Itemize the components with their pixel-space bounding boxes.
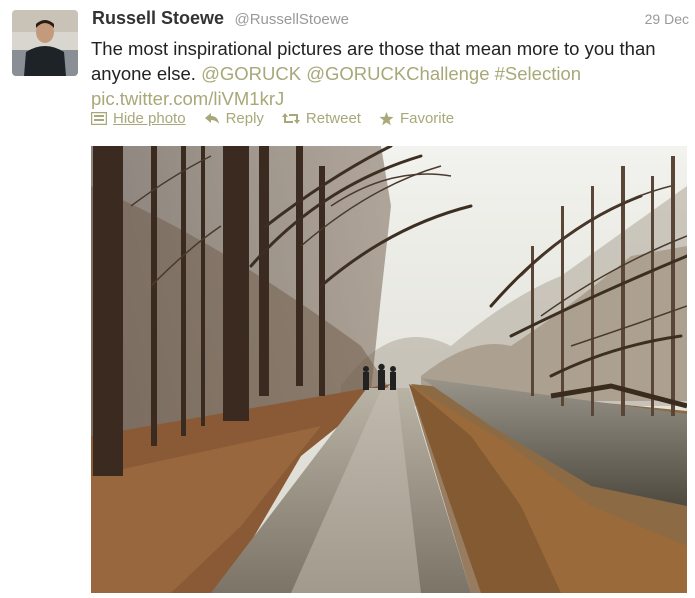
reply-button[interactable]: Reply <box>204 110 264 127</box>
pic-link[interactable]: pic.twitter.com/liVM1krJ <box>91 88 284 109</box>
favorite-button[interactable]: Favorite <box>379 110 454 127</box>
reply-icon <box>204 113 219 124</box>
mention-goruck-challenge[interactable]: @GORUCKChallenge <box>306 63 489 84</box>
retweet-icon <box>281 113 300 124</box>
avatar[interactable] <box>12 10 78 76</box>
tweet-date[interactable]: 29 Dec <box>645 11 689 27</box>
star-icon <box>379 111 394 125</box>
tweet-photo[interactable] <box>91 144 689 593</box>
reply-label: Reply <box>225 110 264 127</box>
tweet-actions: Hide photo Reply Retweet Favorite <box>91 110 472 127</box>
tweet-header: Russell Stoewe @RussellStoewe 29 Dec <box>92 8 689 34</box>
photo-icon <box>91 112 107 125</box>
retweet-button[interactable]: Retweet <box>281 110 361 127</box>
tweet-text: The most inspirational pictures are thos… <box>91 36 681 111</box>
user-handle[interactable]: @RussellStoewe <box>235 11 349 28</box>
retweet-label: Retweet <box>305 110 361 127</box>
user-name[interactable]: Russell Stoewe <box>92 8 224 28</box>
hide-photo-label: Hide photo <box>113 110 186 127</box>
favorite-label: Favorite <box>399 110 455 127</box>
hide-photo-button[interactable]: Hide photo <box>91 110 186 127</box>
hashtag-selection[interactable]: #Selection <box>495 63 581 84</box>
walkers <box>363 363 396 390</box>
mention-goruck[interactable]: @GORUCK <box>201 63 301 84</box>
